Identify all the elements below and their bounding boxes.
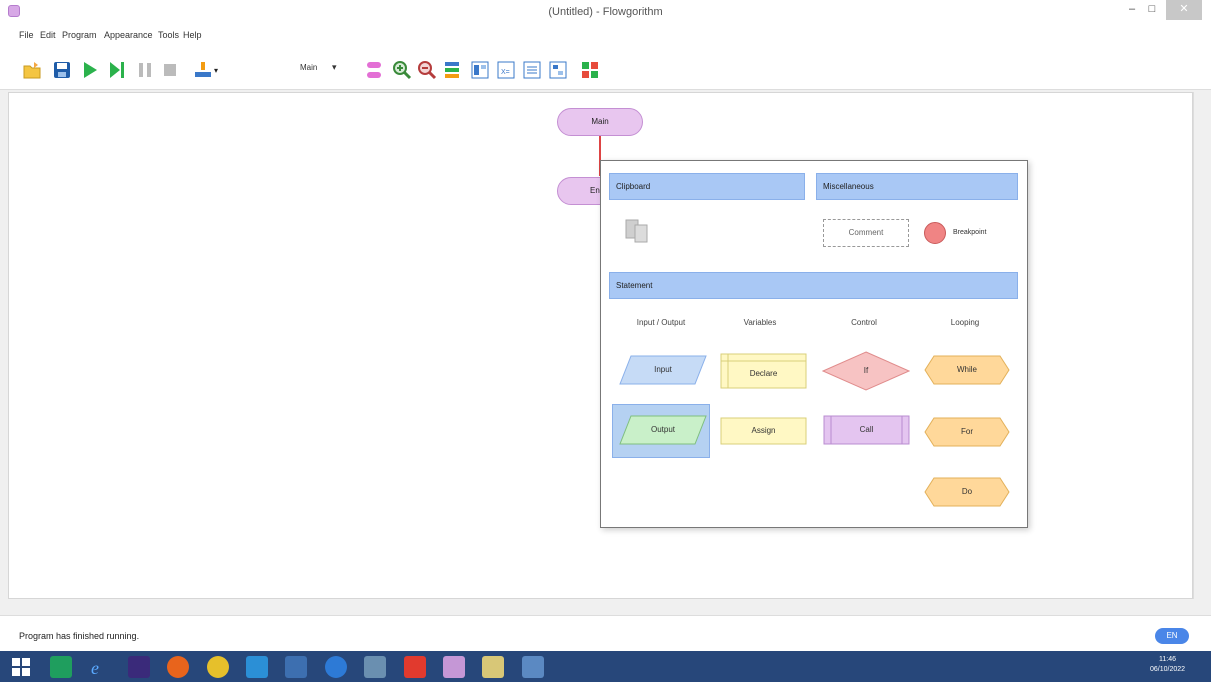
- run-icon[interactable]: [80, 60, 100, 80]
- recorder-icon[interactable]: [404, 656, 426, 678]
- system-clock[interactable]: 11:46 06/10/2022: [1150, 655, 1185, 675]
- if-label: If: [863, 366, 869, 375]
- breakpoint-label: Breakpoint: [953, 229, 987, 236]
- status-bar: Program has finished running. EN: [0, 615, 1211, 651]
- save-icon[interactable]: [52, 60, 72, 80]
- comment-shape[interactable]: Comment: [823, 219, 909, 247]
- output-dropdown-arrow-icon[interactable]: ▾: [214, 66, 218, 75]
- col-looping: Looping: [950, 318, 980, 327]
- output-icon[interactable]: [193, 60, 213, 80]
- do-label: Do: [961, 487, 973, 496]
- declare-label: Declare: [749, 369, 778, 378]
- call-shape[interactable]: Call: [823, 415, 910, 445]
- declare-shape[interactable]: Declare: [720, 353, 807, 389]
- while-shape[interactable]: While: [924, 355, 1010, 385]
- statement-header: Statement: [609, 272, 1018, 299]
- function-select[interactable]: Main ▾: [300, 62, 346, 78]
- toolbar: ▾ Main ▾ X=: [0, 46, 1211, 90]
- chevron-down-icon: ▾: [332, 62, 337, 72]
- windows-start-icon[interactable]: [10, 656, 32, 678]
- firefox-icon[interactable]: [167, 656, 189, 678]
- input-shape[interactable]: Input: [619, 355, 707, 385]
- assign-shape[interactable]: Assign: [720, 417, 807, 445]
- close-button[interactable]: ✕: [1166, 0, 1202, 20]
- function-select-value: Main: [300, 63, 318, 72]
- minimize-button[interactable]: –: [1122, 0, 1142, 20]
- menu-bar: File Edit Program Appearance Tools Help: [0, 24, 1211, 46]
- language-badge[interactable]: EN: [1155, 628, 1189, 644]
- if-shape[interactable]: If: [822, 351, 910, 391]
- console-icon[interactable]: [470, 60, 490, 80]
- menu-help[interactable]: Help: [183, 30, 202, 40]
- assign-label: Assign: [751, 426, 776, 435]
- status-message: Program has finished running.: [19, 631, 140, 641]
- visual-studio-alt-icon[interactable]: [285, 656, 307, 678]
- notepad-icon[interactable]: [364, 656, 386, 678]
- internet-explorer-icon[interactable]: e: [88, 656, 110, 678]
- chrome-icon[interactable]: [207, 656, 229, 678]
- flowgorithm-task-icon[interactable]: [443, 656, 465, 678]
- while-label: While: [956, 365, 977, 374]
- main-start-shape[interactable]: Main: [557, 108, 643, 136]
- menu-program[interactable]: Program: [62, 30, 97, 40]
- step-icon[interactable]: [107, 60, 127, 80]
- windows-taskbar: e 11:46 06/10/2022: [0, 651, 1211, 682]
- pause-icon[interactable]: [135, 60, 155, 80]
- for-shape[interactable]: For: [924, 417, 1010, 447]
- menu-appearance[interactable]: Appearance: [104, 30, 153, 40]
- paste-icon[interactable]: [623, 218, 653, 244]
- zoom-in-icon[interactable]: [392, 60, 412, 80]
- output-shape[interactable]: Output: [619, 415, 707, 445]
- variable-watch-icon[interactable]: X=: [496, 60, 516, 80]
- function-manager-icon[interactable]: [364, 60, 384, 80]
- clipboard-header: Clipboard: [609, 173, 805, 200]
- menu-tools[interactable]: Tools: [158, 30, 179, 40]
- insert-shape-popup: Clipboard Miscellaneous Comment Breakpoi…: [600, 160, 1028, 528]
- maximize-button[interactable]: □: [1142, 0, 1162, 20]
- zoom-icon[interactable]: [325, 656, 347, 678]
- title-bar: (Untitled) - Flowgorithm – □ ✕: [0, 0, 1211, 24]
- call-label: Call: [859, 425, 874, 434]
- menu-edit[interactable]: Edit: [40, 30, 56, 40]
- vertical-scrollbar[interactable]: [1193, 92, 1203, 599]
- vscode-icon[interactable]: [246, 656, 268, 678]
- store-icon[interactable]: [50, 656, 72, 678]
- output-label: Output: [650, 425, 675, 434]
- layout-icon[interactable]: [442, 60, 462, 80]
- col-control: Control: [851, 318, 877, 327]
- horizontal-scrollbar[interactable]: [8, 599, 1193, 615]
- clock-time: 11:46: [1159, 656, 1177, 663]
- menu-file[interactable]: File: [19, 30, 34, 40]
- open-icon[interactable]: [22, 60, 42, 80]
- input-label: Input: [654, 365, 672, 374]
- breakpoint-icon[interactable]: [924, 222, 946, 244]
- stop-icon[interactable]: [160, 60, 180, 80]
- col-input-output: Input / Output: [636, 318, 686, 327]
- zoom-out-icon[interactable]: [417, 60, 437, 80]
- miscellaneous-header: Miscellaneous: [816, 173, 1018, 200]
- do-shape[interactable]: Do: [924, 477, 1010, 507]
- source-code-icon[interactable]: [522, 60, 542, 80]
- svg-text:X=: X=: [501, 69, 510, 76]
- flowchart-view-icon[interactable]: [548, 60, 568, 80]
- svg-text:e: e: [91, 658, 99, 678]
- file-explorer-icon[interactable]: [482, 656, 504, 678]
- visual-studio-icon[interactable]: [128, 656, 150, 678]
- clock-date: 06/10/2022: [1150, 666, 1186, 673]
- col-variables: Variables: [743, 318, 777, 327]
- window-title: (Untitled) - Flowgorithm: [548, 6, 663, 18]
- for-label: For: [961, 427, 973, 436]
- generate-code-icon[interactable]: [580, 60, 600, 80]
- screenshot-tool-icon[interactable]: [522, 656, 544, 678]
